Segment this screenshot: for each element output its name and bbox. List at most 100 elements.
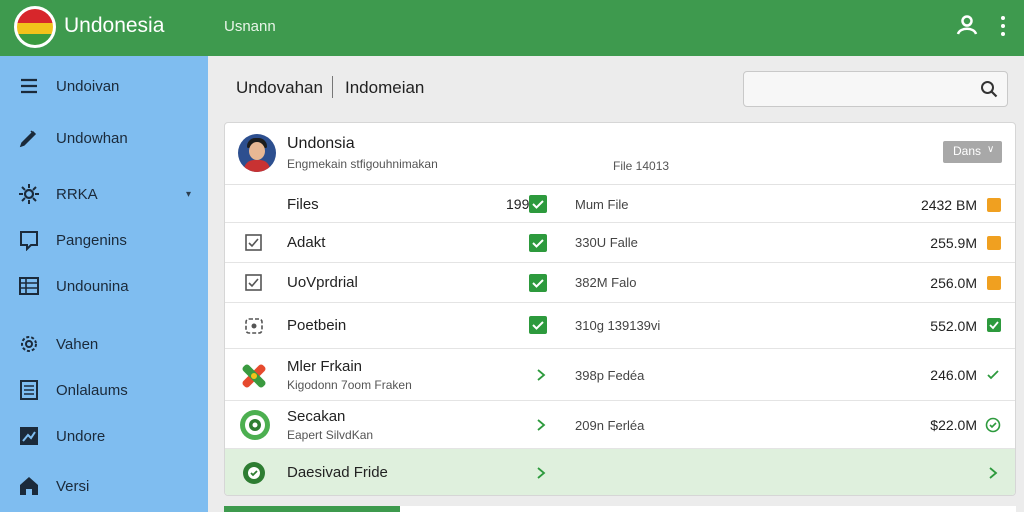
file-card: Undonsia Engmekain stfigouhnimakan File … [224, 122, 1016, 496]
row-file: 310g 139139vi [575, 318, 661, 333]
row-subtext: Kigodonn 7oom Fraken [287, 378, 412, 392]
sidebar-item-pangenins[interactable]: Pangenins [0, 220, 208, 260]
sidebar-item-label: Undowhan [56, 129, 128, 147]
table-row[interactable]: Mler Frkain Kigodonn 7oom Fraken 398p Fe… [225, 349, 1015, 401]
sidebar-item-onlalaums[interactable]: Onlalaums [0, 370, 208, 410]
comment-icon [20, 231, 38, 251]
sidebar-item-undore[interactable]: Undore [0, 416, 208, 456]
shield-check-icon [243, 462, 265, 484]
status-badge [987, 276, 1001, 290]
check-icon[interactable] [529, 316, 547, 334]
check-icon [987, 370, 999, 380]
caret-down-icon: ▾ [186, 188, 192, 200]
card-title: Undonsia [287, 135, 355, 152]
row-name: Files [287, 196, 319, 213]
user-label: Usnann [224, 18, 276, 35]
avatar[interactable] [238, 134, 276, 172]
gear-icon [19, 184, 39, 204]
sidebar-item-vahen[interactable]: Vahen [0, 324, 208, 364]
sidebar-item-label: Undore [56, 427, 106, 445]
menu-icon [21, 78, 37, 94]
sidebar-item-label: RRKA [56, 185, 98, 203]
row-file: Mum File [575, 197, 629, 212]
chevron-right-icon[interactable] [535, 418, 547, 432]
row-name: Secakan [287, 408, 346, 425]
row-name: Poetbein [287, 317, 347, 334]
flag-logo[interactable] [14, 6, 56, 48]
dropdown-value: Dans [953, 144, 982, 158]
checkbox-icon[interactable] [243, 272, 265, 294]
row-file: 382M Falo [575, 275, 637, 290]
table-row[interactable]: Secakan Eapert SilvdKan 209n Ferléa $22.… [225, 401, 1015, 449]
row-name: Mler Frkain [287, 358, 363, 375]
search-input[interactable] [752, 78, 972, 100]
settings-icon [21, 336, 37, 352]
check-circle-icon [985, 417, 1001, 433]
row-file: 209n Ferléa [575, 418, 645, 433]
sidebar-item-undowhan[interactable]: Undowhan [0, 118, 208, 158]
row-size: 552.0M [930, 318, 977, 334]
card-subtitle: Engmekain stfigouhnimakan [287, 157, 438, 171]
user-icon[interactable] [956, 14, 978, 36]
breadcrumb-separator [332, 76, 333, 98]
card-header: Undonsia Engmekain stfigouhnimakan File … [225, 123, 1015, 185]
edit-icon [19, 130, 37, 148]
check-icon[interactable] [529, 234, 547, 252]
check-icon[interactable] [529, 195, 547, 213]
chevron-down-icon: ∨ [987, 144, 995, 155]
bottom-tab-active[interactable] [224, 506, 400, 512]
top-bar: Undonesia Usnann [0, 0, 1024, 56]
row-file: 398p Fedéa [575, 368, 645, 383]
sidebar-item-label: Undoivan [56, 77, 120, 95]
app-title: Undonesia [64, 14, 165, 37]
table-row[interactable]: UoVprdrial 382M Falo 256.0M [225, 263, 1015, 303]
row-size: $22.0M [930, 417, 977, 433]
chevron-right-icon[interactable] [535, 466, 547, 480]
camera-icon[interactable] [243, 315, 265, 337]
search-icon[interactable] [980, 80, 998, 98]
sidebar-item-undounina[interactable]: Undounina [0, 266, 208, 306]
bandage-icon [242, 364, 266, 388]
sidebar-item-label: Vahen [56, 335, 99, 353]
sidebar-item-versi[interactable]: Versi [0, 466, 208, 506]
table-row-highlight[interactable]: Daesivad Fride [225, 449, 1015, 495]
chart-icon [20, 427, 38, 445]
table-row[interactable]: Files 199 Mum File 2432 BM [225, 185, 1015, 223]
status-badge [987, 318, 1001, 332]
sidebar-item-label: Versi [56, 477, 90, 495]
sidebar: Undoivan Undowhan RRKA ▾ Pangenins Undou… [0, 56, 208, 512]
row-size: 246.0M [930, 367, 977, 383]
row-size: 2432 BM [920, 197, 977, 213]
chevron-right-icon[interactable] [535, 368, 547, 382]
row-count: 199 [506, 196, 530, 212]
row-file: 330U Falle [575, 235, 638, 250]
breadcrumb-first[interactable]: Undovahan [236, 78, 323, 98]
sidebar-item-label: Undounina [56, 277, 129, 295]
sidebar-item-undoivan[interactable]: Undoivan [0, 66, 208, 106]
row-name: UoVprdrial [287, 274, 358, 291]
sidebar-item-label: Pangenins [56, 231, 127, 249]
breadcrumb-second[interactable]: Indomeian [345, 78, 424, 98]
checkbox-icon[interactable] [243, 232, 265, 254]
row-name: Adakt [287, 234, 326, 251]
more-vert-icon[interactable] [996, 14, 1010, 38]
row-subtext: Eapert SilvdKan [287, 428, 374, 442]
row-size: 255.9M [930, 235, 977, 251]
home-icon [20, 477, 38, 495]
globe-icon [240, 410, 270, 440]
table-icon [19, 277, 39, 295]
list-icon [20, 380, 38, 400]
status-badge [987, 236, 1001, 250]
chevron-right-icon[interactable] [987, 466, 999, 480]
row-name: Daesivad Fride [287, 464, 388, 481]
table-row[interactable]: Adakt 330U Falle 255.9M [225, 223, 1015, 263]
card-file-label: File 14013 [613, 159, 670, 173]
table-row[interactable]: Poetbein 310g 139139vi 552.0M [225, 303, 1015, 349]
bottom-panel [400, 506, 1016, 512]
search-box [743, 71, 1008, 107]
row-size: 256.0M [930, 275, 977, 291]
sidebar-item-rrka[interactable]: RRKA ▾ [0, 174, 208, 214]
check-icon[interactable] [529, 274, 547, 292]
dropdown-select[interactable]: Dans ∨ [943, 141, 1002, 163]
sidebar-item-label: Onlalaums [56, 381, 128, 399]
